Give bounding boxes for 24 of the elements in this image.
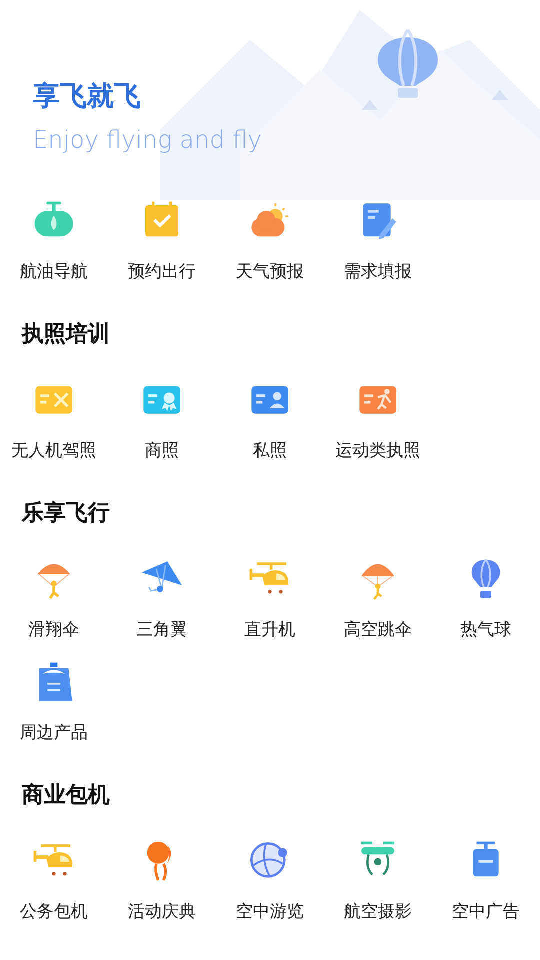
tile-label[interactable]: 无人机驾照 xyxy=(12,439,96,462)
tile-label[interactable]: 需求填报 xyxy=(344,260,412,283)
tile-label[interactable]: 航空摄影 xyxy=(344,900,412,923)
tile-label[interactable]: 公务包机 xyxy=(20,900,88,923)
tile-label[interactable]: 活动庆典 xyxy=(128,900,196,923)
tile-label[interactable]: 直升机 xyxy=(244,618,296,641)
tile-label[interactable]: 三角翼 xyxy=(136,618,188,641)
tile-label[interactable]: 滑翔伞 xyxy=(28,618,80,641)
app-title: 享飞就飞 xyxy=(33,80,141,114)
tile-label[interactable]: 预约出行 xyxy=(128,260,196,283)
section-title: 乐享飞行 xyxy=(20,500,111,528)
tile-label[interactable]: 高空跳伞 xyxy=(344,618,412,641)
tile-label[interactable]: 天气预报 xyxy=(236,260,304,283)
app-subtitle: Enjoy flying and fly xyxy=(33,126,262,154)
tile-label[interactable]: 热气球 xyxy=(460,618,512,641)
tile-label[interactable]: 商照 xyxy=(145,439,179,462)
tile-label[interactable]: 航油导航 xyxy=(20,260,88,283)
tile-label[interactable]: 空中广告 xyxy=(452,900,520,923)
tile-label[interactable]: 私照 xyxy=(253,439,287,462)
section-title: 执照培训 xyxy=(20,321,111,349)
tile-label[interactable]: 空中游览 xyxy=(236,900,304,923)
tile-label[interactable]: 周边产品 xyxy=(20,721,88,744)
tile-label[interactable]: 运动类执照 xyxy=(336,439,420,462)
section-title: 商业包机 xyxy=(21,782,111,810)
